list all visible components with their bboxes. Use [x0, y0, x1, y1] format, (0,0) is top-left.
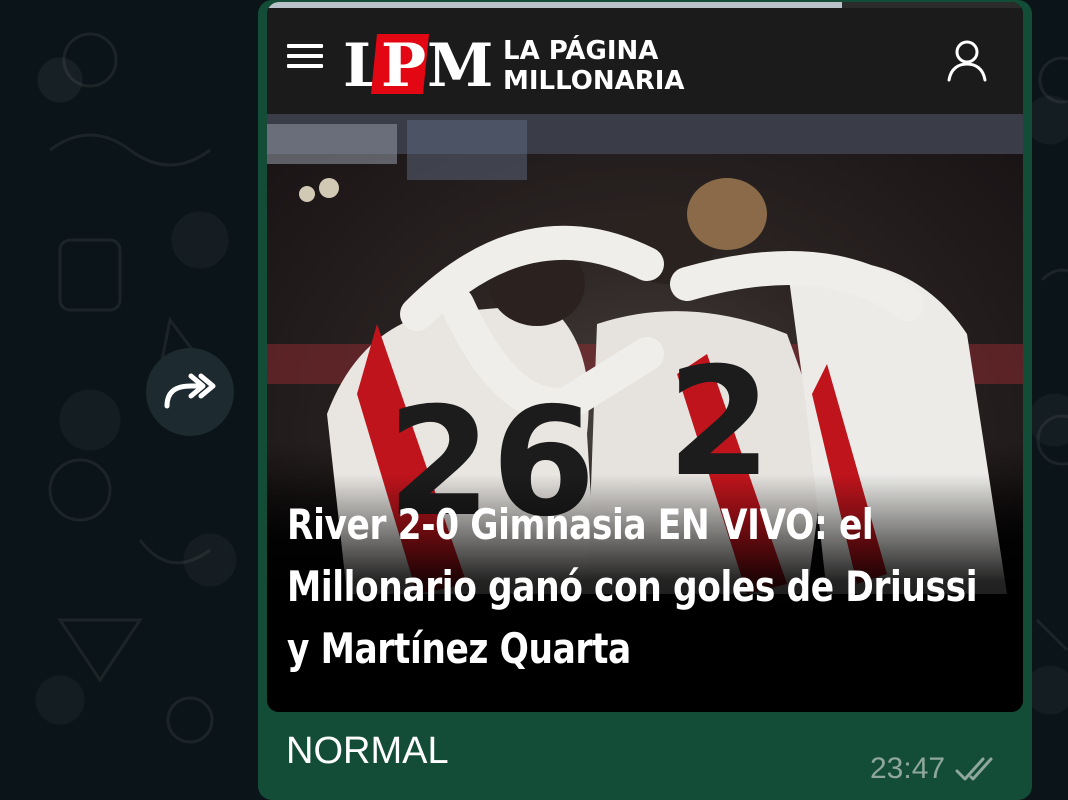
stadium-light	[319, 178, 339, 198]
stadium-flag	[407, 120, 527, 180]
site-logo[interactable]: L P M LA PÁGINA MILLONARIA	[343, 30, 688, 96]
double-check-icon	[955, 757, 993, 781]
forward-button[interactable]	[146, 348, 234, 436]
message-caption: NORMAL	[286, 730, 449, 772]
user-icon[interactable]	[945, 38, 989, 82]
message-time: 23:47	[870, 752, 946, 785]
link-preview-card[interactable]: L P M LA PÁGINA MILLONARIA 26 2 River 2-…	[267, 2, 1023, 712]
player-head	[687, 178, 767, 250]
wallpaper-doodles-right	[1035, 56, 1068, 652]
hero-image[interactable]: 26 2 River 2-0 Gimnasia EN VIVO: el Mill…	[267, 114, 1023, 712]
stadium-sign	[267, 124, 397, 164]
hamburger-menu-icon[interactable]	[287, 44, 323, 74]
site-name-line1: LA PÁGINA	[503, 34, 658, 66]
site-header: L P M LA PÁGINA MILLONARIA	[267, 8, 1023, 114]
logo-letter-m: M	[427, 31, 493, 96]
logo-letter-p: P	[381, 31, 426, 96]
message-meta: 23:47	[870, 752, 1001, 786]
forward-icon	[164, 373, 216, 409]
article-headline[interactable]: River 2-0 Gimnasia EN VIVO: el Millonari…	[287, 494, 984, 680]
site-name-line2: MILLONARIA	[503, 66, 685, 96]
stadium-light	[299, 186, 315, 202]
